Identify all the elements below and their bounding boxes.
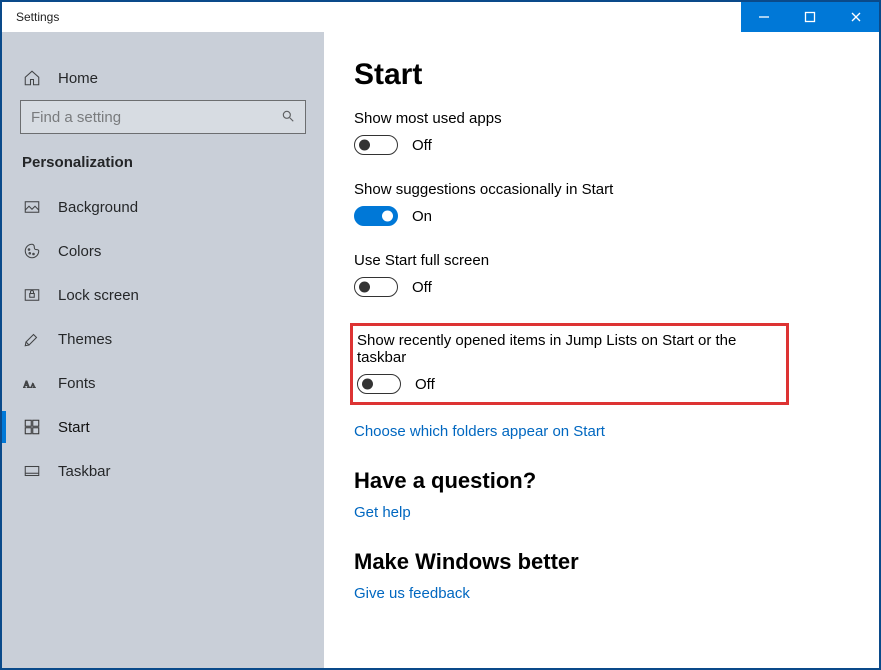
nav-home[interactable]: Home: [2, 56, 324, 100]
section-header: Personalization: [2, 148, 324, 185]
toggle-state: Off: [412, 137, 432, 154]
sidebar-item-label: Start: [58, 419, 90, 436]
lock-icon: [22, 285, 42, 305]
home-icon: [22, 68, 42, 88]
window-title: Settings: [2, 10, 59, 24]
sidebar-item-colors[interactable]: Colors: [2, 229, 324, 273]
svg-text:A: A: [23, 380, 30, 391]
toggle-jumplists[interactable]: [357, 374, 401, 394]
font-icon: AA: [22, 373, 42, 393]
setting-label: Show suggestions occasionally in Start: [354, 181, 849, 198]
sidebar-item-start[interactable]: Start: [2, 405, 324, 449]
sidebar-item-label: Themes: [58, 331, 112, 348]
sidebar-item-label: Taskbar: [58, 463, 111, 480]
search-field[interactable]: [31, 109, 281, 126]
setting-label: Use Start full screen: [354, 252, 849, 269]
brush-icon: [22, 329, 42, 349]
palette-icon: [22, 241, 42, 261]
link-get-help[interactable]: Get help: [354, 504, 411, 521]
search-icon: [281, 109, 295, 126]
question-heading: Have a question?: [354, 468, 849, 494]
start-icon: [22, 417, 42, 437]
svg-text:A: A: [31, 383, 36, 390]
taskbar-icon: [22, 461, 42, 481]
toggle-fullscreen[interactable]: [354, 277, 398, 297]
toggle-state: Off: [412, 279, 432, 296]
setting-label: Show most used apps: [354, 110, 849, 127]
feedback-heading: Make Windows better: [354, 549, 849, 575]
link-choose-folders[interactable]: Choose which folders appear on Start: [354, 423, 605, 440]
search-input[interactable]: [20, 100, 306, 134]
sidebar-item-lockscreen[interactable]: Lock screen: [2, 273, 324, 317]
sidebar-item-label: Lock screen: [58, 287, 139, 304]
sidebar-item-background[interactable]: Background: [2, 185, 324, 229]
sidebar-item-taskbar[interactable]: Taskbar: [2, 449, 324, 493]
minimize-button[interactable]: [741, 2, 787, 32]
toggle-suggestions[interactable]: [354, 206, 398, 226]
maximize-button[interactable]: [787, 2, 833, 32]
toggle-most-used-apps[interactable]: [354, 135, 398, 155]
sidebar-item-label: Colors: [58, 243, 101, 260]
close-button[interactable]: [833, 2, 879, 32]
sidebar-item-label: Background: [58, 199, 138, 216]
link-give-feedback[interactable]: Give us feedback: [354, 585, 470, 602]
sidebar-item-label: Fonts: [58, 375, 96, 392]
nav-label: Home: [58, 70, 98, 87]
picture-icon: [22, 197, 42, 217]
toggle-state: On: [412, 208, 432, 225]
page-title: Start: [354, 58, 849, 92]
setting-label: Show recently opened items in Jump Lists…: [357, 332, 778, 366]
sidebar-item-fonts[interactable]: AA Fonts: [2, 361, 324, 405]
sidebar-item-themes[interactable]: Themes: [2, 317, 324, 361]
toggle-state: Off: [415, 376, 435, 393]
